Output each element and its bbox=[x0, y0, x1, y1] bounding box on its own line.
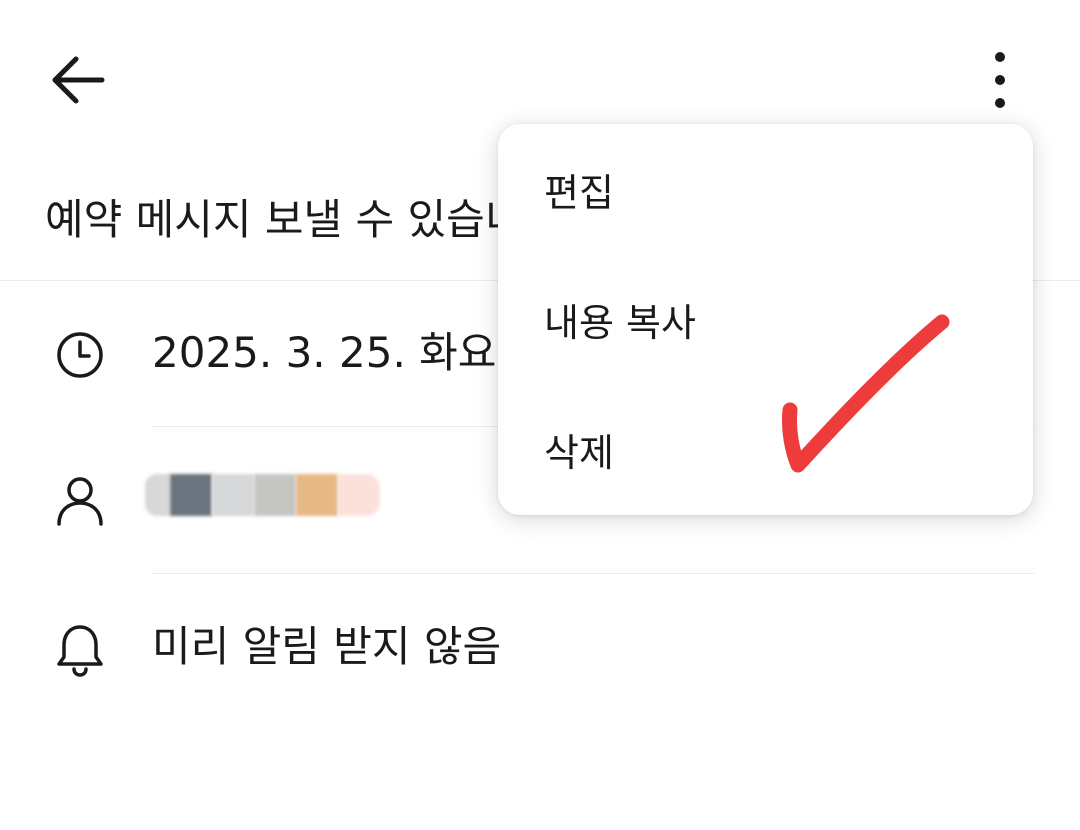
clock-icon bbox=[57, 332, 103, 378]
reminder-row[interactable]: 미리 알림 받지 않음 bbox=[0, 575, 1080, 721]
row-divider bbox=[152, 573, 1034, 574]
recipient-name-redacted bbox=[145, 458, 385, 544]
person-icon bbox=[57, 477, 103, 526]
menu-item-edit[interactable]: 편집 bbox=[498, 124, 1033, 254]
menu-item-delete[interactable]: 삭제 bbox=[498, 384, 1033, 514]
back-button[interactable] bbox=[38, 40, 118, 120]
bell-icon bbox=[57, 625, 103, 677]
more-vertical-icon bbox=[995, 52, 1005, 108]
scheduled-message-detail-screen: 예약 메시지 보낼 수 있습니 2025. 3. 25. 화요일 미리 알림 받… bbox=[0, 0, 1080, 830]
menu-item-copy-content[interactable]: 내용 복사 bbox=[498, 254, 1033, 384]
arrow-left-icon bbox=[52, 56, 105, 104]
schedule-time-text: 2025. 3. 25. 화요일 bbox=[152, 328, 536, 377]
more-options-button[interactable] bbox=[960, 40, 1040, 120]
reminder-text: 미리 알림 받지 않음 bbox=[152, 622, 502, 671]
message-title: 예약 메시지 보낼 수 있습니 bbox=[45, 195, 524, 244]
options-popup-menu: 편집 내용 복사 삭제 bbox=[498, 124, 1033, 515]
